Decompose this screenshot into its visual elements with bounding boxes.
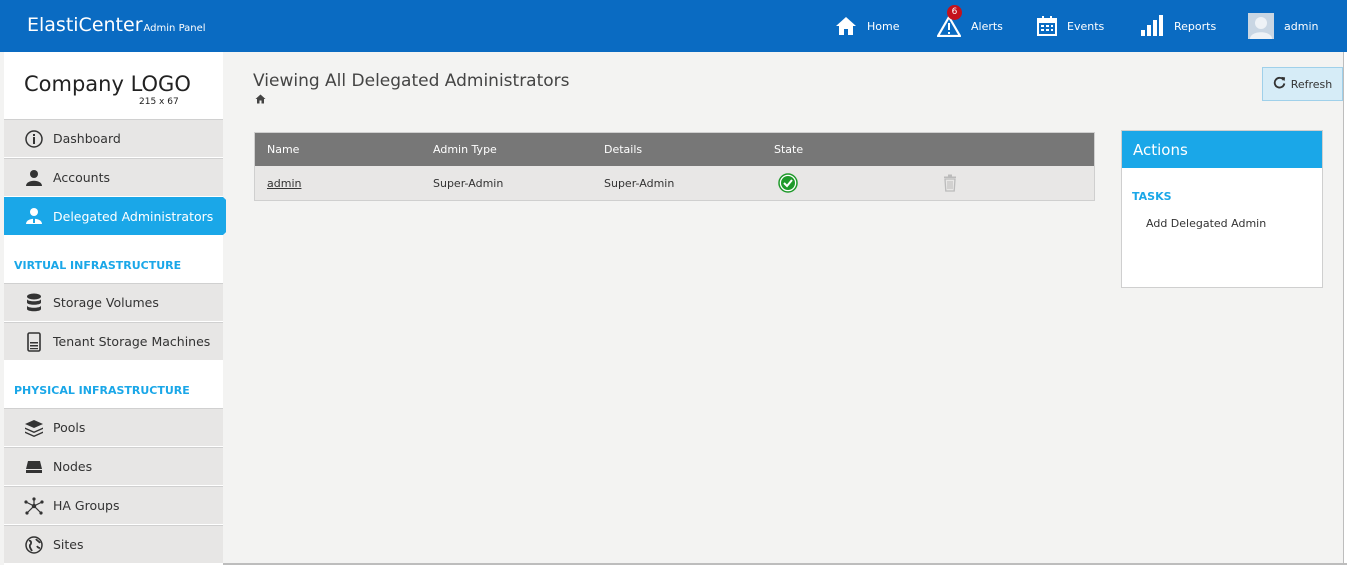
globe-icon bbox=[24, 535, 44, 554]
network-icon bbox=[24, 496, 44, 515]
nav-events-label: Events bbox=[1067, 19, 1105, 33]
node-icon bbox=[24, 460, 44, 474]
nav-home[interactable]: Home bbox=[835, 0, 899, 52]
nav-user-menu[interactable]: admin bbox=[1248, 0, 1318, 52]
sidebar-item-tenant-storage-machines[interactable]: Tenant Storage Machines bbox=[4, 322, 223, 360]
admin-icon bbox=[24, 207, 44, 225]
sidebar-item-label: Delegated Administrators bbox=[53, 208, 214, 224]
sidebar-item-label: Pools bbox=[53, 420, 86, 435]
column-header-details[interactable]: Details bbox=[604, 133, 642, 166]
company-logo: Company LOGO 215 x 67 bbox=[4, 52, 223, 119]
sidebar-item-nodes[interactable]: Nodes bbox=[4, 447, 223, 485]
actions-panel: Actions TASKS Add Delegated Admin bbox=[1121, 130, 1323, 288]
sidebar-item-accounts[interactable]: Accounts bbox=[4, 158, 223, 196]
column-header-name[interactable]: Name bbox=[267, 133, 299, 166]
sidebar-item-label: Storage Volumes bbox=[53, 295, 159, 310]
brand: ElastiCenterAdmin Panel bbox=[27, 14, 206, 36]
admin-type-cell: Super-Admin bbox=[433, 176, 504, 190]
main-content: Viewing All Delegated Administrators Ref… bbox=[226, 52, 1343, 563]
sidebar-item-label: Sites bbox=[53, 537, 84, 552]
nav-events[interactable]: Events bbox=[1037, 0, 1104, 52]
nav-reports[interactable]: Reports bbox=[1140, 0, 1216, 52]
actions-title: Actions bbox=[1122, 131, 1322, 168]
add-delegated-admin-link[interactable]: Add Delegated Admin bbox=[1146, 217, 1266, 230]
sidebar-item-label: HA Groups bbox=[53, 498, 120, 513]
top-bar: ElastiCenterAdmin Panel Home 6 Alerts Ev… bbox=[0, 0, 1347, 52]
refresh-icon bbox=[1273, 76, 1286, 92]
alert-count-badge: 6 bbox=[947, 5, 962, 20]
sidebar-item-ha-groups[interactable]: HA Groups bbox=[4, 486, 223, 524]
sidebar-item-label: Nodes bbox=[53, 459, 93, 474]
nav-alerts-label: Alerts bbox=[971, 19, 1003, 33]
breadcrumb-home-icon[interactable] bbox=[255, 93, 266, 107]
tasks-heading: TASKS bbox=[1132, 190, 1172, 203]
frame-border-right bbox=[1343, 52, 1347, 565]
column-header-state[interactable]: State bbox=[774, 133, 803, 166]
refresh-button[interactable]: Refresh bbox=[1262, 67, 1343, 101]
bar-chart-icon bbox=[1140, 15, 1164, 37]
section-heading-virtual: VIRTUAL INFRASTRUCTURE bbox=[14, 259, 182, 272]
brand-subtitle: Admin Panel bbox=[143, 23, 206, 34]
column-header-admin-type[interactable]: Admin Type bbox=[433, 133, 497, 166]
sidebar-item-dashboard[interactable]: Dashboard bbox=[4, 119, 223, 157]
admins-table: Name Admin Type Details State admin Supe… bbox=[254, 132, 1095, 201]
user-icon bbox=[24, 169, 44, 187]
brand-name: ElastiCenter bbox=[27, 14, 143, 36]
layers-icon bbox=[24, 419, 44, 437]
sidebar-item-label: Tenant Storage Machines bbox=[53, 334, 211, 349]
sidebar-item-label: Accounts bbox=[53, 170, 110, 185]
nav-home-label: Home bbox=[867, 19, 900, 33]
logo-text: Company LOGO bbox=[24, 72, 191, 96]
page-title: Viewing All Delegated Administrators bbox=[253, 71, 570, 91]
calendar-icon bbox=[1037, 16, 1057, 36]
server-icon bbox=[24, 331, 44, 352]
sidebar-item-delegated-administrators[interactable]: Delegated Administrators bbox=[4, 197, 223, 235]
info-icon bbox=[24, 129, 44, 148]
table-row[interactable]: admin Super-Admin Super-Admin bbox=[255, 166, 1094, 200]
sidebar-item-pools[interactable]: Pools bbox=[4, 408, 223, 446]
admin-name-link[interactable]: admin bbox=[267, 177, 301, 190]
sidebar: Company LOGO 215 x 67 Dashboard Accounts… bbox=[4, 52, 223, 565]
home-icon bbox=[835, 16, 857, 36]
sidebar-item-sites[interactable]: Sites bbox=[4, 525, 223, 563]
logo-size: 215 x 67 bbox=[139, 97, 179, 107]
nav-user-label: admin bbox=[1284, 19, 1319, 33]
state-ok-icon bbox=[778, 166, 798, 200]
delete-icon[interactable] bbox=[942, 166, 958, 200]
sidebar-item-label: Dashboard bbox=[53, 131, 121, 146]
database-icon bbox=[24, 293, 44, 313]
nav-alerts[interactable]: 6 Alerts bbox=[937, 0, 1003, 52]
avatar bbox=[1248, 13, 1274, 39]
sidebar-item-storage-volumes[interactable]: Storage Volumes bbox=[4, 283, 223, 321]
nav-reports-label: Reports bbox=[1174, 19, 1217, 33]
details-cell: Super-Admin bbox=[604, 176, 675, 190]
table-header: Name Admin Type Details State bbox=[255, 133, 1094, 166]
section-heading-physical: PHYSICAL INFRASTRUCTURE bbox=[14, 384, 190, 397]
refresh-label: Refresh bbox=[1290, 77, 1333, 91]
